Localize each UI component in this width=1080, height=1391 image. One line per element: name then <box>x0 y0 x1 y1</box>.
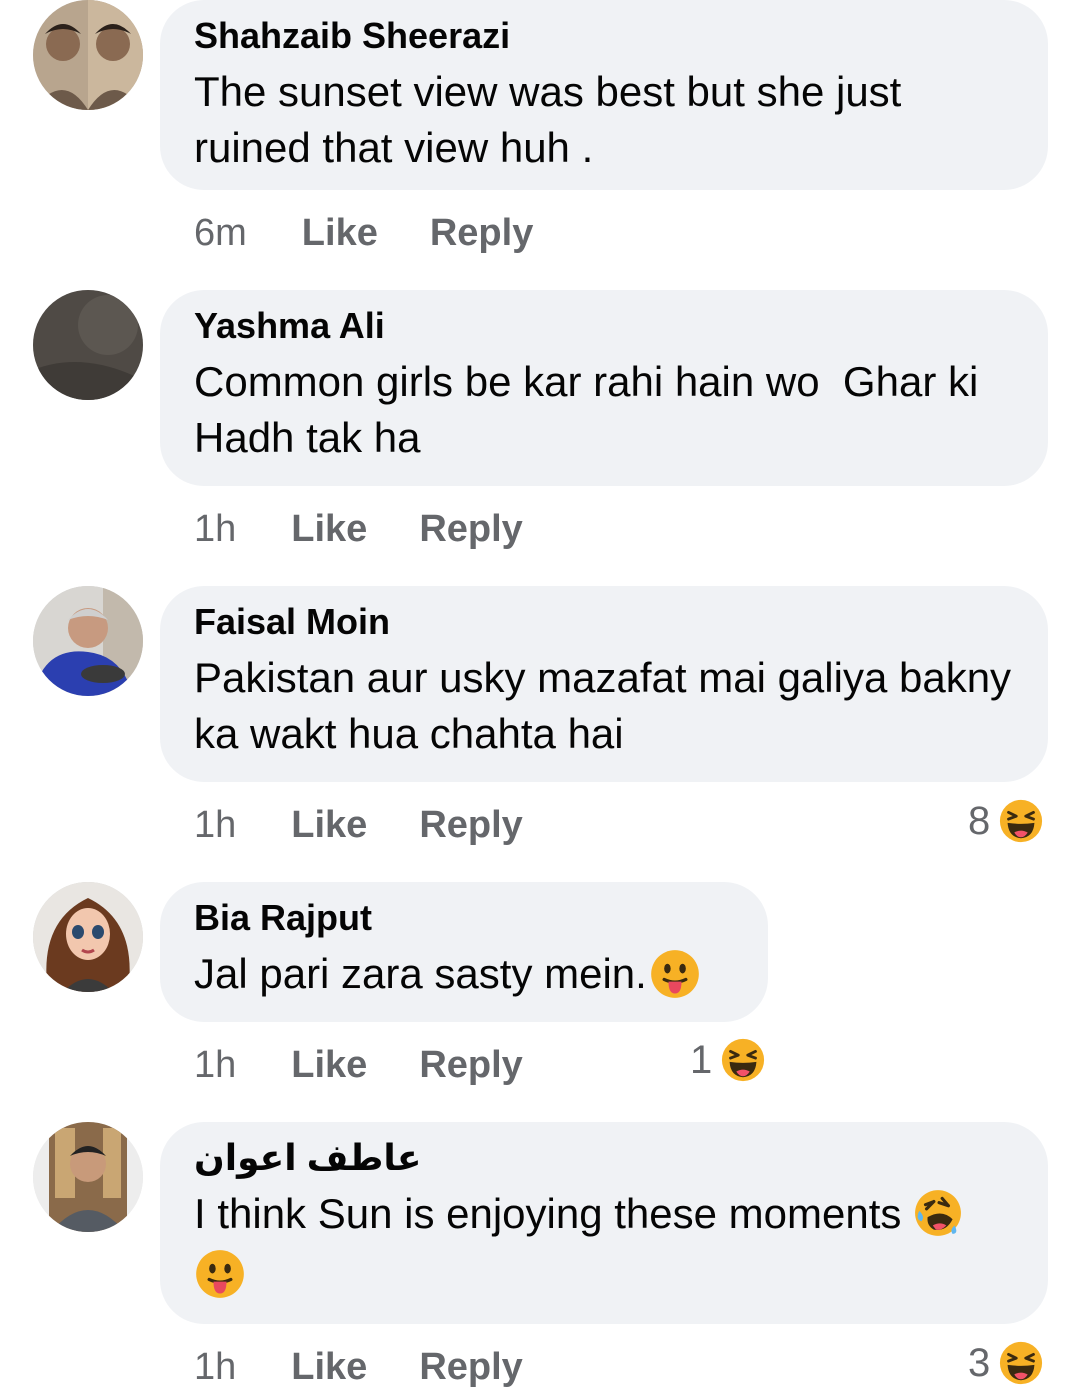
reply-button[interactable]: Reply <box>419 507 522 551</box>
rolling-laughing-emoji-icon <box>913 1188 963 1238</box>
profile-photo-icon <box>33 290 143 400</box>
tongue-out-emoji-icon <box>649 948 701 1000</box>
reaction-count: 1 <box>690 1038 713 1082</box>
comment-author[interactable]: Faisal Moin <box>194 602 1014 642</box>
comment-time[interactable]: 1h <box>194 1043 236 1087</box>
profile-photo-icon <box>33 1122 143 1232</box>
comment-author[interactable]: Bia Rajput <box>194 898 734 938</box>
reaction-count: 3 <box>968 1341 991 1385</box>
like-button[interactable]: Like <box>291 803 367 847</box>
comment-actions: 1h Like Reply <box>194 1043 575 1087</box>
profile-photo-icon <box>33 586 143 696</box>
comment-bubble: Shahzaib Sheerazi The sunset view was be… <box>160 0 1048 190</box>
profile-photo-icon <box>33 882 143 992</box>
avatar[interactable] <box>33 1122 143 1232</box>
comment-text: I think Sun is enjoying these moments <box>194 1186 1014 1300</box>
comment-author[interactable]: Yashma Ali <box>194 306 1014 346</box>
like-button[interactable]: Like <box>302 211 378 255</box>
comment-bubble: Yashma Ali Common girls be kar rahi hain… <box>160 290 1048 486</box>
comment-time[interactable]: 1h <box>194 803 236 847</box>
comment-actions: 1h Like Reply <box>194 507 575 551</box>
haha-reaction-icon <box>998 1340 1044 1386</box>
tongue-out-emoji-icon <box>194 1248 246 1300</box>
reply-button[interactable]: Reply <box>419 1043 522 1087</box>
comment-text-content: Jal pari zara sasty mein. <box>194 950 647 997</box>
comment-actions: 1h Like Reply <box>194 803 575 847</box>
avatar[interactable] <box>33 882 143 992</box>
comment-text: Common girls be kar rahi hain wo Ghar ki… <box>194 358 990 461</box>
comment-text-content: I think Sun is enjoying these moments <box>194 1190 902 1237</box>
reply-button[interactable]: Reply <box>430 211 533 255</box>
like-button[interactable]: Like <box>291 1043 367 1087</box>
comment-author[interactable]: Shahzaib Sheerazi <box>194 16 1014 56</box>
comment-author[interactable]: عاطف اعوان <box>194 1138 1014 1178</box>
haha-reaction-icon <box>998 798 1044 844</box>
reply-button[interactable]: Reply <box>419 803 522 847</box>
like-button[interactable]: Like <box>291 1345 367 1389</box>
comment-bubble: Faisal Moin Pakistan aur usky mazafat ma… <box>160 586 1048 782</box>
like-button[interactable]: Like <box>291 507 367 551</box>
avatar[interactable] <box>33 290 143 400</box>
comment-text: Jal pari zara sasty mein. <box>194 946 734 1002</box>
comment-text: The sunset view was best but she just ru… <box>194 68 902 171</box>
avatar[interactable] <box>33 586 143 696</box>
comment-bubble: Bia Rajput Jal pari zara sasty mein. <box>160 882 768 1022</box>
reaction-summary[interactable]: 8 <box>968 797 1044 845</box>
haha-reaction-icon <box>720 1037 766 1083</box>
comment-actions: 1h Like Reply <box>194 1345 575 1389</box>
profile-photo-icon <box>33 0 143 110</box>
comment-time[interactable]: 6m <box>194 211 247 255</box>
comment-bubble: عاطف اعوان I think Sun is enjoying these… <box>160 1122 1048 1324</box>
reaction-summary[interactable]: 3 <box>968 1339 1044 1387</box>
comment-time[interactable]: 1h <box>194 507 236 551</box>
comment-time[interactable]: 1h <box>194 1345 236 1389</box>
avatar[interactable] <box>33 0 143 110</box>
reaction-count: 8 <box>968 799 991 843</box>
reply-button[interactable]: Reply <box>419 1345 522 1389</box>
comment-actions: 6m Like Reply <box>194 211 585 255</box>
comment-text: Pakistan aur usky mazafat mai galiya bak… <box>194 654 1012 757</box>
reaction-summary[interactable]: 1 <box>690 1036 766 1084</box>
